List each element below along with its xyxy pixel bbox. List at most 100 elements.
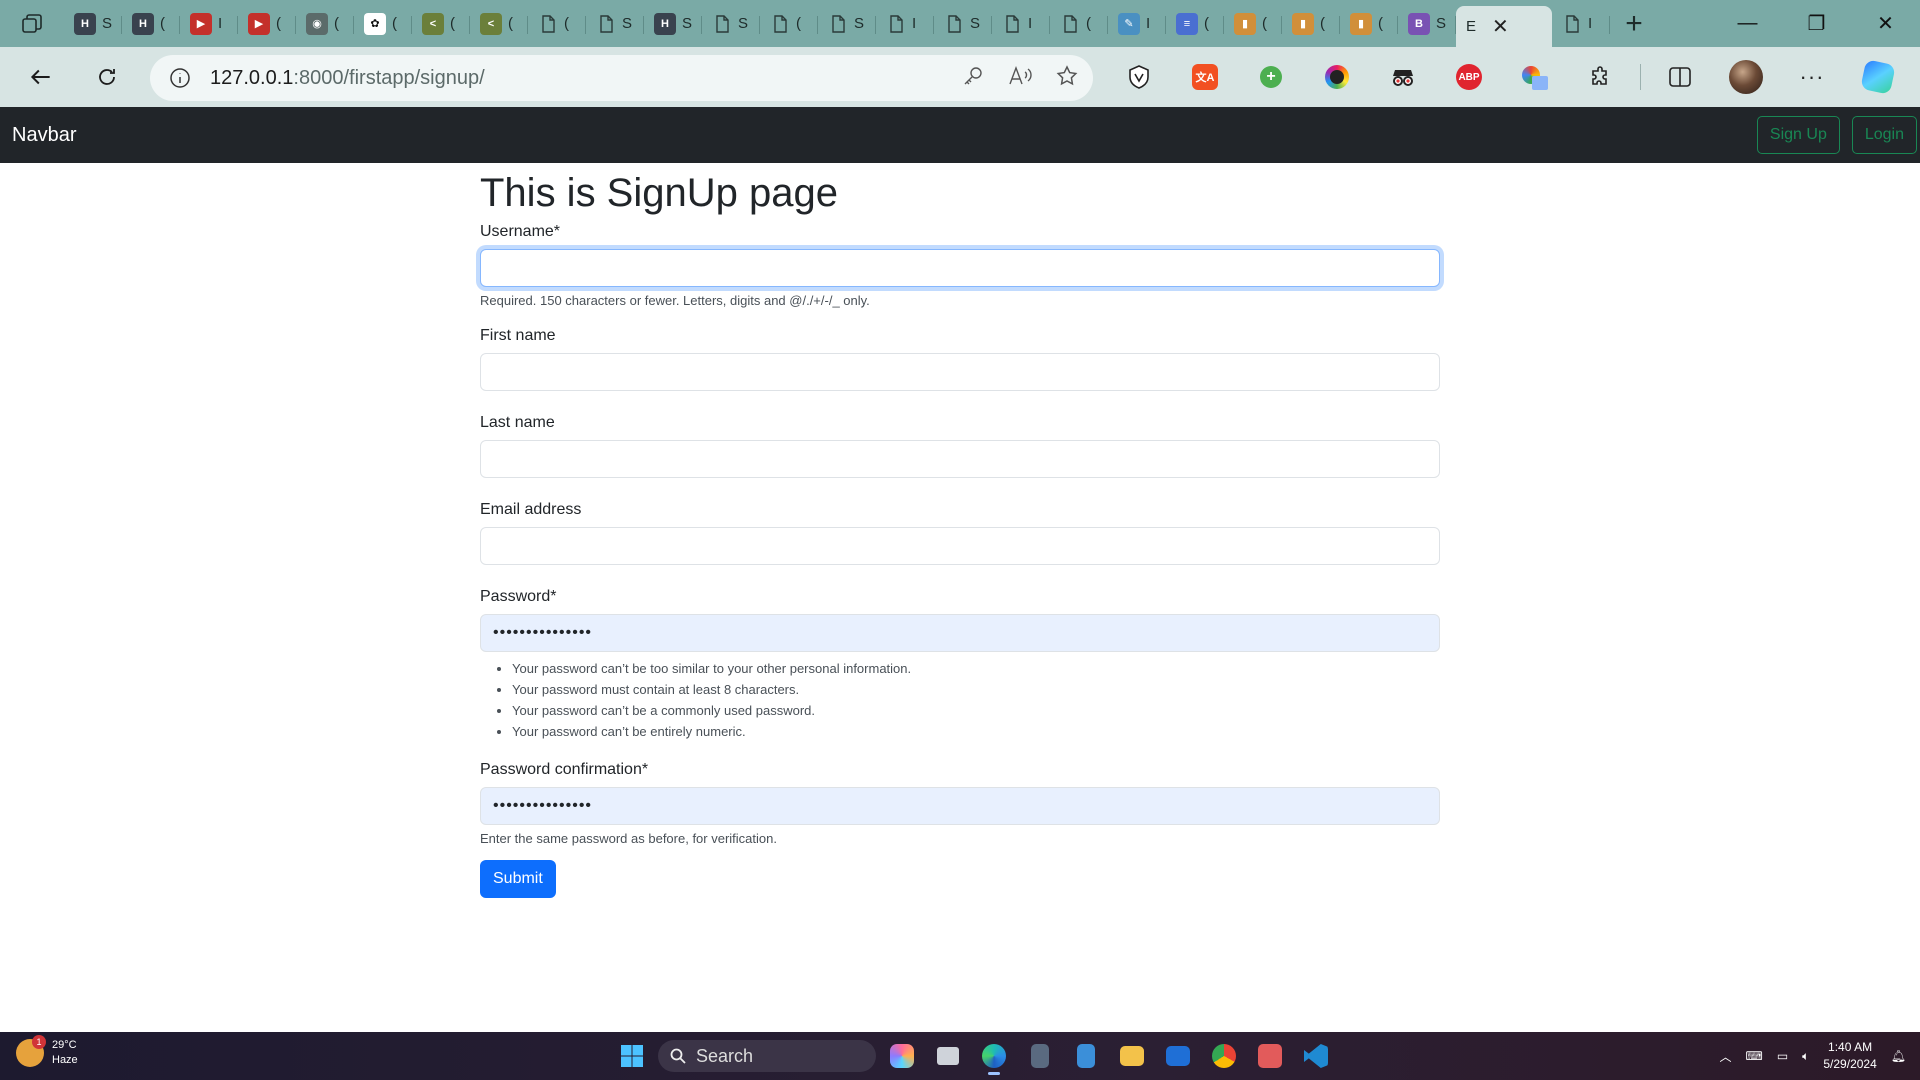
minimize-button[interactable]: —: [1713, 0, 1782, 47]
notification-bell-icon[interactable]: 🔔︎: [1891, 1049, 1906, 1063]
extension-translate[interactable]: 文A: [1172, 47, 1238, 107]
extension-adblock[interactable]: ABP: [1436, 47, 1502, 107]
taskbar-edge[interactable]: [974, 1036, 1014, 1076]
close-tab-icon[interactable]: ✕: [1492, 14, 1509, 39]
new-tab-button[interactable]: +: [1610, 0, 1658, 47]
restore-button[interactable]: ❐: [1782, 0, 1851, 47]
taskbar-file-explorer[interactable]: [1112, 1036, 1152, 1076]
volume-icon[interactable]: 🔈︎: [1802, 1049, 1809, 1064]
hackerrank-icon: H: [654, 12, 676, 35]
tab-label: S: [854, 15, 864, 32]
refresh-button[interactable]: [74, 47, 140, 107]
tab-14[interactable]: I: [876, 6, 934, 42]
tab-8[interactable]: (: [528, 6, 586, 42]
tab-label: (: [334, 15, 339, 32]
signup-button[interactable]: Sign Up: [1756, 116, 1840, 154]
read-aloud-icon[interactable]: [1007, 64, 1033, 93]
email-input[interactable]: [480, 527, 1440, 565]
extension-photos[interactable]: [1502, 47, 1568, 107]
search-label: Search: [696, 1045, 754, 1066]
tab-16[interactable]: I: [992, 6, 1050, 42]
chevron-up-icon[interactable]: ︿: [1719, 1048, 1731, 1065]
page-icon: [1006, 14, 1019, 33]
extension-shield[interactable]: [1106, 47, 1172, 107]
first-name-input[interactable]: [480, 353, 1440, 391]
site-info-icon[interactable]: [150, 66, 210, 90]
tab-4[interactable]: ◉(: [296, 6, 354, 42]
extension-color[interactable]: [1304, 47, 1370, 107]
copilot-button[interactable]: [1845, 47, 1911, 107]
last-name-input[interactable]: [480, 440, 1440, 478]
tab-0[interactable]: HS: [64, 6, 122, 42]
extension-spy[interactable]: [1370, 47, 1436, 107]
tab-22[interactable]: ▮(: [1340, 6, 1398, 42]
taskbar-mail[interactable]: [1158, 1036, 1198, 1076]
username-input[interactable]: [480, 249, 1440, 287]
taskbar-copilot[interactable]: [882, 1036, 922, 1076]
taskbar-chrome[interactable]: [1204, 1036, 1244, 1076]
tab-strip: H S H(▶ I ▶(◉(✿(<(<((S H S S(S I S I(✎ I ≡(▮(▮(▮(B S …: [0, 0, 1920, 47]
profile-button[interactable]: [1713, 47, 1779, 107]
tab-active[interactable]: E ✕: [1456, 6, 1552, 47]
password-input[interactable]: •••••••••••••••: [480, 614, 1440, 652]
navbar-brand[interactable]: Navbar: [12, 124, 76, 147]
tab-2[interactable]: ▶ I: [180, 6, 238, 42]
keyboard-icon[interactable]: ⌨: [1746, 1049, 1763, 1063]
submit-button[interactable]: Submit: [480, 860, 556, 898]
tab-17[interactable]: (: [1050, 6, 1108, 42]
page-icon: [1064, 14, 1077, 33]
workspaces-button[interactable]: [0, 0, 64, 47]
tab-9[interactable]: S: [586, 6, 644, 42]
feather-icon: ✎: [1118, 12, 1140, 35]
tab-label: E: [1466, 18, 1476, 35]
weather-widget[interactable]: 1 29°C Haze: [16, 1035, 78, 1068]
start-button[interactable]: [612, 1036, 652, 1076]
taskbar-search[interactable]: Search: [658, 1040, 876, 1072]
tab-1[interactable]: H(: [122, 6, 180, 42]
login-button[interactable]: Login: [1851, 116, 1917, 154]
url-text[interactable]: 127.0.0.1:8000/firstapp/signup/: [210, 67, 485, 90]
taskbar-task-view[interactable]: [928, 1036, 968, 1076]
tab-12[interactable]: (: [760, 6, 818, 42]
weather-desc: Haze: [52, 1054, 78, 1066]
back-button[interactable]: [8, 47, 74, 107]
address-bar[interactable]: 127.0.0.1:8000/firstapp/signup/: [150, 55, 1093, 101]
close-window-button[interactable]: ✕: [1851, 0, 1920, 47]
tab-6[interactable]: <(: [412, 6, 470, 42]
tab-20[interactable]: ▮(: [1224, 6, 1282, 42]
tab-label: I: [1028, 15, 1033, 32]
extensions-row: 文A + ABP ···: [1106, 47, 1911, 107]
tab-list: H S H(▶ I ▶(◉(✿(<(<((S H S S(S I S I(✎ I ≡(▮(▮(▮(B S: [64, 0, 1456, 47]
taskbar-vscode[interactable]: [1296, 1036, 1336, 1076]
tab-3[interactable]: ▶(: [238, 6, 296, 42]
tab-11[interactable]: S: [702, 6, 760, 42]
tab-21[interactable]: ▮(: [1282, 6, 1340, 42]
taskbar-notepad[interactable]: [1066, 1036, 1106, 1076]
tab-5[interactable]: ✿(: [354, 6, 412, 42]
tab-7[interactable]: <(: [470, 6, 528, 42]
shield-icon: [1129, 65, 1149, 89]
split-screen-button[interactable]: [1647, 47, 1713, 107]
page-icon: [716, 14, 729, 33]
network-icon[interactable]: ▭: [1777, 1049, 1788, 1063]
tab-18[interactable]: ✎ I: [1108, 6, 1166, 42]
tab-10[interactable]: HS: [644, 6, 702, 42]
password-key-icon[interactable]: [961, 64, 985, 93]
favorite-star-icon[interactable]: [1055, 64, 1079, 93]
taskbar-clock[interactable]: 1:40 AM 5/29/2024: [1823, 1039, 1876, 1073]
puzzle-icon: [1592, 66, 1607, 85]
tab-23[interactable]: BS: [1398, 6, 1456, 42]
taskbar-calculator[interactable]: [1020, 1036, 1060, 1076]
tab-label: (: [450, 15, 455, 32]
tab-19[interactable]: ≡(: [1166, 6, 1224, 42]
email-group: Email address: [480, 501, 1440, 565]
taskbar-snipping[interactable]: [1250, 1036, 1290, 1076]
password-confirm-input[interactable]: •••••••••••••••: [480, 787, 1440, 825]
tab-trailing[interactable]: I: [1552, 6, 1610, 42]
tab-13[interactable]: S: [818, 6, 876, 42]
extension-plus[interactable]: +: [1238, 47, 1304, 107]
page-icon: [600, 14, 613, 33]
tab-15[interactable]: S: [934, 6, 992, 42]
extensions-button[interactable]: [1568, 47, 1634, 107]
more-options-button[interactable]: ···: [1779, 47, 1845, 107]
